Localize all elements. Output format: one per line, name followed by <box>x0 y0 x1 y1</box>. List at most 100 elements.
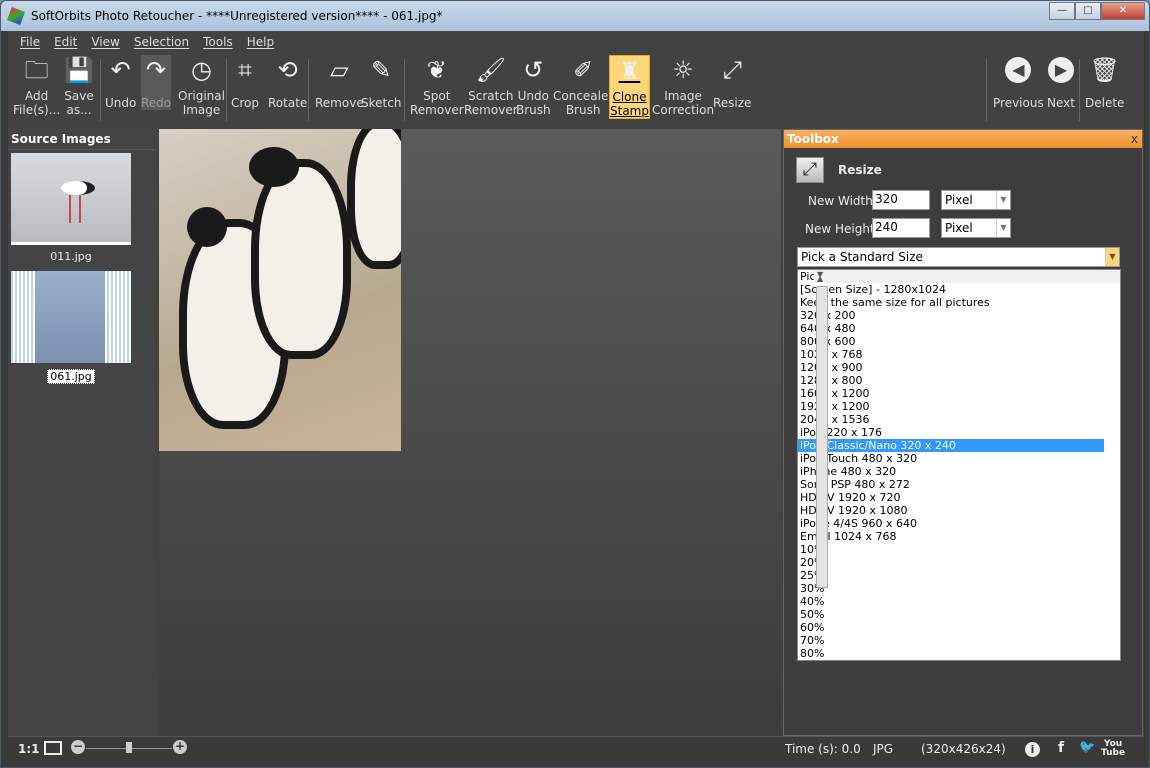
toolbar-label: Image <box>182 103 221 117</box>
toolbar-button-resize[interactable]: ⤢ Resize <box>713 55 751 110</box>
resize-arrows-icon: ⤢ <box>796 157 824 183</box>
maximize-button[interactable]: □ <box>1075 2 1101 20</box>
redo-icon: ↷ <box>146 56 167 84</box>
width-unit-select[interactable]: Pixel ▼ <box>941 190 1011 210</box>
menu-view[interactable]: View <box>91 35 119 49</box>
size-option[interactable]: 50% <box>798 608 1104 621</box>
toolbar-button-rotate[interactable]: ⟲ Rotate <box>268 55 307 110</box>
facebook-icon[interactable]: f <box>1058 740 1064 756</box>
size-option[interactable]: iPod 220 x 176 <box>798 426 1104 439</box>
size-option[interactable]: 1600 x 1200 <box>798 387 1104 400</box>
zoom-1to1-button[interactable]: 1:1 <box>18 742 40 756</box>
toolbar-button-crop[interactable]: ⌗ Crop <box>230 55 260 110</box>
size-option[interactable]: 1920 x 1200 <box>798 400 1104 413</box>
toolbar-button-sketch[interactable]: ✎ Sketch <box>361 55 401 110</box>
toolbar-button-add-file-s[interactable]: 🗀 Add File(s)... <box>13 55 60 117</box>
toolbar-button-concealer-brush[interactable]: ✐ Concealer Brush <box>553 55 613 117</box>
photo-penguins[interactable] <box>159 129 401 451</box>
size-option[interactable]: 25% <box>798 569 1104 582</box>
info-icon[interactable]: i <box>1025 742 1040 757</box>
size-option[interactable]: 320 x 200 <box>798 309 1104 322</box>
size-option[interactable]: Sony PSP 480 x 272 <box>798 478 1104 491</box>
menu-selection[interactable]: Selection <box>134 35 189 49</box>
toolbar-button-image-correction[interactable]: ☼ Image Correction <box>652 55 714 117</box>
toolbar-label: Resize <box>713 96 752 110</box>
size-option[interactable]: 60% <box>798 621 1104 634</box>
size-option[interactable]: 800 x 600 <box>798 335 1104 348</box>
window-title: SoftOrbits Photo Retoucher - ****Unregis… <box>31 9 443 23</box>
size-option[interactable]: HD TV 1920 x 720 <box>798 491 1104 504</box>
size-option[interactable]: iPone 4/4S 960 x 640 <box>798 517 1104 530</box>
toolbar-button-scratch-remover[interactable]: 🖌 Scratch Remover <box>464 55 518 117</box>
standard-size-select[interactable]: Pick a Standard Size ▼ <box>797 247 1120 267</box>
size-option[interactable]: 2048 x 1536 <box>798 413 1104 426</box>
menu-file[interactable]: File <box>20 35 40 49</box>
size-option[interactable]: 30% <box>798 582 1104 595</box>
size-option[interactable]: 640 x 480 <box>798 322 1104 335</box>
size-option[interactable]: iPod Classic/Nano 320 x 240 <box>798 439 1104 452</box>
toolbar-button-remove[interactable]: ▱ Remove <box>315 55 364 110</box>
size-option[interactable]: 1024 x 768 <box>798 348 1104 361</box>
chevron-down-icon: ▼ <box>996 219 1010 237</box>
toolbox-close-button[interactable]: x <box>1131 130 1138 148</box>
size-option[interactable]: 40% <box>798 595 1104 608</box>
format-status: JPG <box>873 742 894 756</box>
source-images-title: Source Images <box>8 129 156 150</box>
size-option[interactable]: 70% <box>798 634 1104 647</box>
menu-tools[interactable]: Tools <box>203 35 233 49</box>
toolbar-button-redo[interactable]: ↷ Redo <box>141 55 172 110</box>
toolbar-button-original-image[interactable]: ◷ Original Image <box>178 55 225 117</box>
chevron-down-icon: ▼ <box>1105 248 1119 266</box>
size-option[interactable]: 1200 x 900 <box>798 361 1104 374</box>
image-canvas[interactable] <box>159 129 781 736</box>
twitter-icon[interactable]: 🐦 <box>1079 740 1095 755</box>
toolbar-button-spot-remover[interactable]: ❦ Spot Remover <box>410 55 464 117</box>
fit-window-icon[interactable] <box>44 741 62 755</box>
size-option[interactable]: 1280 x 800 <box>798 374 1104 387</box>
toolbar-button-delete[interactable]: 🗑 Delete <box>1085 55 1124 110</box>
size-option[interactable]: iPod Touch 480 x 320 <box>798 452 1104 465</box>
minimize-button[interactable]: — <box>1049 2 1075 20</box>
toolbar-button-undo-brush[interactable]: ↺ Undo Brush <box>516 55 551 117</box>
height-unit-select[interactable]: Pixel ▼ <box>941 218 1011 238</box>
section-title: Resize <box>838 163 882 177</box>
sketch-icon: ✎ <box>371 56 392 84</box>
app-logo-icon <box>7 7 25 25</box>
close-button[interactable]: ✕ <box>1101 2 1145 20</box>
zoom-out-icon[interactable]: − <box>71 740 85 754</box>
undo-brush-icon: ↺ <box>523 56 544 84</box>
toolbar-separator <box>308 59 309 121</box>
size-option[interactable]: HD TV 1920 x 1080 <box>798 504 1104 517</box>
size-option[interactable]: 20% <box>798 556 1104 569</box>
thumbnail-label: 061.jpg <box>47 369 95 384</box>
menu-help[interactable]: Help <box>247 35 274 49</box>
zoom-in-icon[interactable]: + <box>173 740 187 754</box>
standard-size-value: Pick a Standard Size <box>801 250 923 264</box>
toolbar-button-clone-stamp[interactable]: ♜ Clone Stamp <box>609 55 650 119</box>
thumbnail-061[interactable] <box>11 271 131 363</box>
thumbnail-011[interactable] <box>11 153 131 245</box>
height-input[interactable]: 240 <box>872 218 930 238</box>
toolbar-button-save-as[interactable]: 💾 Save as... <box>64 55 94 117</box>
toolbar-separator <box>100 59 101 121</box>
size-option[interactable]: iPhone 480 x 320 <box>798 465 1104 478</box>
size-option[interactable]: [Screen Size] - 1280x1024 <box>798 283 1104 296</box>
width-input[interactable]: 320 <box>872 190 930 210</box>
standard-size-dropdown-list[interactable]: Pick a Standard Size[Screen Size] - 1280… <box>797 269 1121 661</box>
zoom-slider-handle[interactable] <box>126 742 132 753</box>
toolbar-button-previous[interactable]: ◀ Previous <box>993 55 1044 110</box>
size-option[interactable]: 10% <box>798 543 1104 556</box>
size-option[interactable]: Email 1024 x 768 <box>798 530 1104 543</box>
scrollbar[interactable]: ▲ ▼ <box>814 270 1120 588</box>
size-option[interactable]: 80% <box>798 647 1104 660</box>
toolbar-label: Clone <box>612 90 647 104</box>
menu-edit[interactable]: Edit <box>54 35 77 49</box>
toolbox-title: Toolbox <box>787 132 839 146</box>
size-option[interactable]: Keep the same size for all pictures <box>798 296 1104 309</box>
toolbar-button-next[interactable]: ▶ Next <box>1046 55 1076 110</box>
youtube-icon[interactable]: You Tube <box>1101 740 1125 758</box>
rotate-icon: ⟲ <box>277 56 298 84</box>
toolbar-button-undo[interactable]: ↶ Undo <box>105 55 136 110</box>
toolbar-label: Brush <box>516 103 551 117</box>
toolbox-panel: Toolbox x ⤢ Resize New Width 320 Pixel ▼ N… <box>783 129 1143 736</box>
